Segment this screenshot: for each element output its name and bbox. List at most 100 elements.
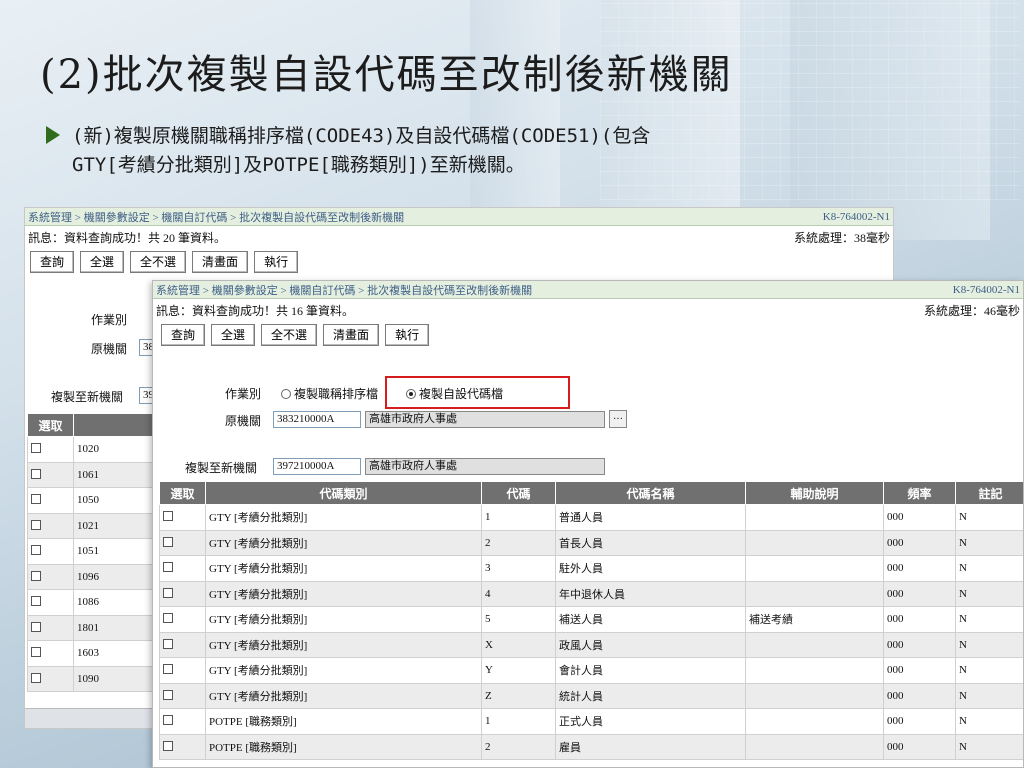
row-select-cell [27, 436, 74, 463]
select-all-button[interactable]: 全選 [211, 324, 256, 346]
bullet-arrow-icon [46, 126, 60, 144]
row-note [745, 529, 884, 556]
work-type-label: 作業別 [91, 313, 128, 327]
row-code-name: 統計人員 [555, 682, 746, 709]
radio-icon[interactable] [281, 389, 291, 399]
table-row: GTY [考績分批類別] 1 普通人員 000 N [159, 504, 1023, 531]
checkbox-icon[interactable] [31, 443, 41, 454]
row-note [745, 631, 884, 658]
col-note: 輔助說明 [745, 481, 884, 505]
checkbox-icon[interactable] [163, 562, 173, 573]
checkbox-icon[interactable] [163, 587, 173, 598]
table-row: POTPE [職務類別] 1 正式人員 000 N [159, 708, 1023, 735]
breadcrumb: 系統管理 > 機關參數設定 > 機關自訂代碼 > 批次複製自設代碼至改制後新機關… [25, 208, 893, 226]
table-row: GTY [考績分批類別] X 政風人員 000 N [159, 631, 1023, 658]
row-code: 3 [481, 555, 556, 582]
row-select-cell [159, 631, 206, 658]
row-note [745, 657, 884, 684]
row-category: GTY [考績分批類別] [205, 529, 482, 556]
breadcrumb-path[interactable]: 系統管理 > 機關參數設定 > 機關自訂代碼 > 批次複製自設代碼至改制後新機關 [28, 209, 404, 225]
checkbox-icon[interactable] [163, 715, 173, 726]
table-row: GTY [考績分批類別] 2 首長人員 000 N [159, 529, 1023, 556]
target-org-label: 複製至新機關 [185, 461, 258, 475]
table-row: GTY [考績分批類別] Y 會計人員 000 N [159, 657, 1023, 684]
checkbox-icon[interactable] [163, 689, 173, 700]
query-button[interactable]: 查詢 [30, 251, 75, 273]
row-select-cell [159, 682, 206, 709]
target-org-code-input[interactable]: 397210000A [273, 458, 361, 475]
work-type-label: 作業別 [225, 387, 262, 401]
checkbox-icon[interactable] [163, 511, 173, 522]
table-row: GTY [考績分批類別] Z 統計人員 000 N [159, 682, 1023, 709]
lookup-ellipsis-icon[interactable]: … [609, 410, 627, 428]
row-code-name: 補送人員 [555, 606, 746, 633]
orig-org-code-input[interactable]: 383210000A [273, 411, 361, 428]
row-note [745, 682, 884, 709]
row-flag: N [955, 682, 1023, 709]
orig-org-label: 原機關 [225, 414, 262, 428]
row-code-name: 駐外人員 [555, 555, 746, 582]
target-org-name-field: 高雄市政府人事處 [365, 458, 605, 475]
col-flag: 註記 [955, 481, 1023, 505]
row-select-cell [27, 512, 74, 539]
row-code: X [481, 631, 556, 658]
row-select-cell [159, 529, 206, 556]
row-select-cell [27, 487, 74, 514]
checkbox-icon[interactable] [31, 570, 41, 581]
checkbox-icon[interactable] [163, 664, 173, 675]
row-select-cell [27, 461, 74, 488]
row-note [745, 708, 884, 735]
row-flag: N [955, 555, 1023, 582]
row-category: POTPE [職務類別] [205, 708, 482, 735]
execute-button[interactable]: 執行 [254, 251, 299, 273]
work-type-option-copy-title-sort[interactable]: 複製職稱排序檔 [281, 385, 378, 402]
checkbox-icon[interactable] [163, 613, 173, 624]
checkbox-icon[interactable] [163, 638, 173, 649]
checkbox-icon[interactable] [31, 647, 41, 658]
bullet-line-1: (新)複製原機關職稱排序檔(CODE43)及自設代碼檔(CODE51)(包含 [72, 125, 651, 147]
checkbox-icon[interactable] [31, 596, 41, 607]
col-code: 代碼 [481, 481, 556, 505]
query-button[interactable]: 查詢 [161, 324, 206, 346]
clear-button[interactable]: 清畫面 [323, 324, 380, 346]
row-select-cell [27, 563, 74, 590]
breadcrumb: 系統管理 > 機關參數設定 > 機關自訂代碼 > 批次複製自設代碼至改制後新機關… [153, 281, 1023, 299]
row-select-cell [159, 580, 206, 607]
execute-button[interactable]: 執行 [385, 324, 430, 346]
select-none-button[interactable]: 全不選 [261, 324, 318, 346]
orig-org-name-field: 高雄市政府人事處 [365, 411, 605, 428]
row-category: GTY [考績分批類別] [205, 657, 482, 684]
row-code: Z [481, 682, 556, 709]
status-message: 訊息：資料查詢成功！共 16 筆資料。 [156, 303, 355, 318]
select-none-button[interactable]: 全不選 [130, 251, 187, 273]
checkbox-icon[interactable] [31, 494, 41, 505]
row-category: GTY [考績分批類別] [205, 504, 482, 531]
row-flag: N [955, 657, 1023, 684]
toolbar: 查詢 全選 全不選 清畫面 執行 [153, 321, 1023, 349]
row-code: 1 [481, 708, 556, 735]
checkbox-icon[interactable] [31, 519, 41, 530]
row-code: 4 [481, 580, 556, 607]
row-note [745, 504, 884, 531]
checkbox-icon[interactable] [163, 740, 173, 751]
breadcrumb-path[interactable]: 系統管理 > 機關參數設定 > 機關自訂代碼 > 批次複製自設代碼至改制後新機關 [156, 282, 532, 298]
row-select-cell [27, 589, 74, 616]
checkbox-icon[interactable] [31, 545, 41, 556]
row-code: Y [481, 657, 556, 684]
row-frequency: 000 [883, 682, 956, 709]
row-select-cell [159, 504, 206, 531]
row-select-cell [159, 606, 206, 633]
table-row: GTY [考績分批類別] 4 年中退休人員 000 N [159, 580, 1023, 607]
clear-button[interactable]: 清畫面 [192, 251, 249, 273]
checkbox-icon[interactable] [31, 468, 41, 479]
row-note: 補送考績 [745, 606, 884, 633]
row-code: 5 [481, 606, 556, 633]
select-all-button[interactable]: 全選 [80, 251, 125, 273]
row-frequency: 000 [883, 708, 956, 735]
bullet-point: (新)複製原機關職稱排序檔(CODE43)及自設代碼檔(CODE51)(包含 G… [46, 122, 972, 180]
col-code-name: 代碼名稱 [555, 481, 746, 505]
checkbox-icon[interactable] [31, 621, 41, 632]
checkbox-icon[interactable] [31, 672, 41, 683]
checkbox-icon[interactable] [163, 536, 173, 547]
row-flag: N [955, 631, 1023, 658]
